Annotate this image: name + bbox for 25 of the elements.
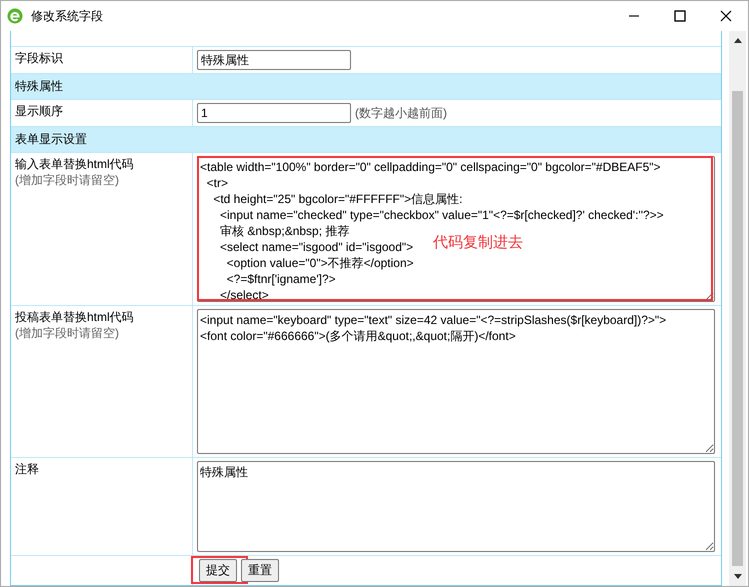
text-field[interactable]: 特殊属性	[197, 50, 351, 70]
section-header: 特殊属性	[11, 74, 721, 100]
scrollbar-thumb[interactable]	[732, 91, 743, 566]
form-button[interactable]: 重置	[241, 559, 279, 582]
close-icon[interactable]	[720, 10, 732, 22]
annotation-text: 代码复制进去	[433, 233, 523, 252]
section-header: 表单显示设置	[11, 127, 721, 153]
scrollbar[interactable]	[729, 31, 746, 586]
field-label: 字段标识	[15, 51, 64, 66]
scroll-up-icon[interactable]	[734, 37, 742, 43]
form-button[interactable]: 提交	[199, 559, 237, 582]
app-logo-icon	[7, 8, 23, 24]
code-textarea[interactable]: <input name="keyboard" type="text" size=42 value="<?=stripSlashes($r[keyboard])?>"> <font color="#666666">(多个请用&quot;,&quot;隔开)</font>	[197, 309, 715, 454]
field-note: (增加字段时请留空)	[15, 172, 120, 188]
window-title: 修改系统字段	[31, 8, 103, 24]
field-label: 投稿表单替换html代码	[15, 310, 135, 325]
field-note: (增加字段时请留空)	[15, 325, 120, 341]
scroll-down-icon[interactable]	[734, 574, 742, 580]
maximize-icon[interactable]	[674, 10, 686, 22]
field-label: 显示顺序	[15, 104, 64, 119]
field-label: 注释	[15, 462, 40, 477]
note-textarea[interactable]: 特殊属性	[197, 461, 715, 552]
field-hint: (数字越小越前面)	[355, 105, 447, 122]
field-label: 输入表单替换html代码	[15, 157, 135, 172]
text-field[interactable]: 1	[197, 103, 351, 123]
